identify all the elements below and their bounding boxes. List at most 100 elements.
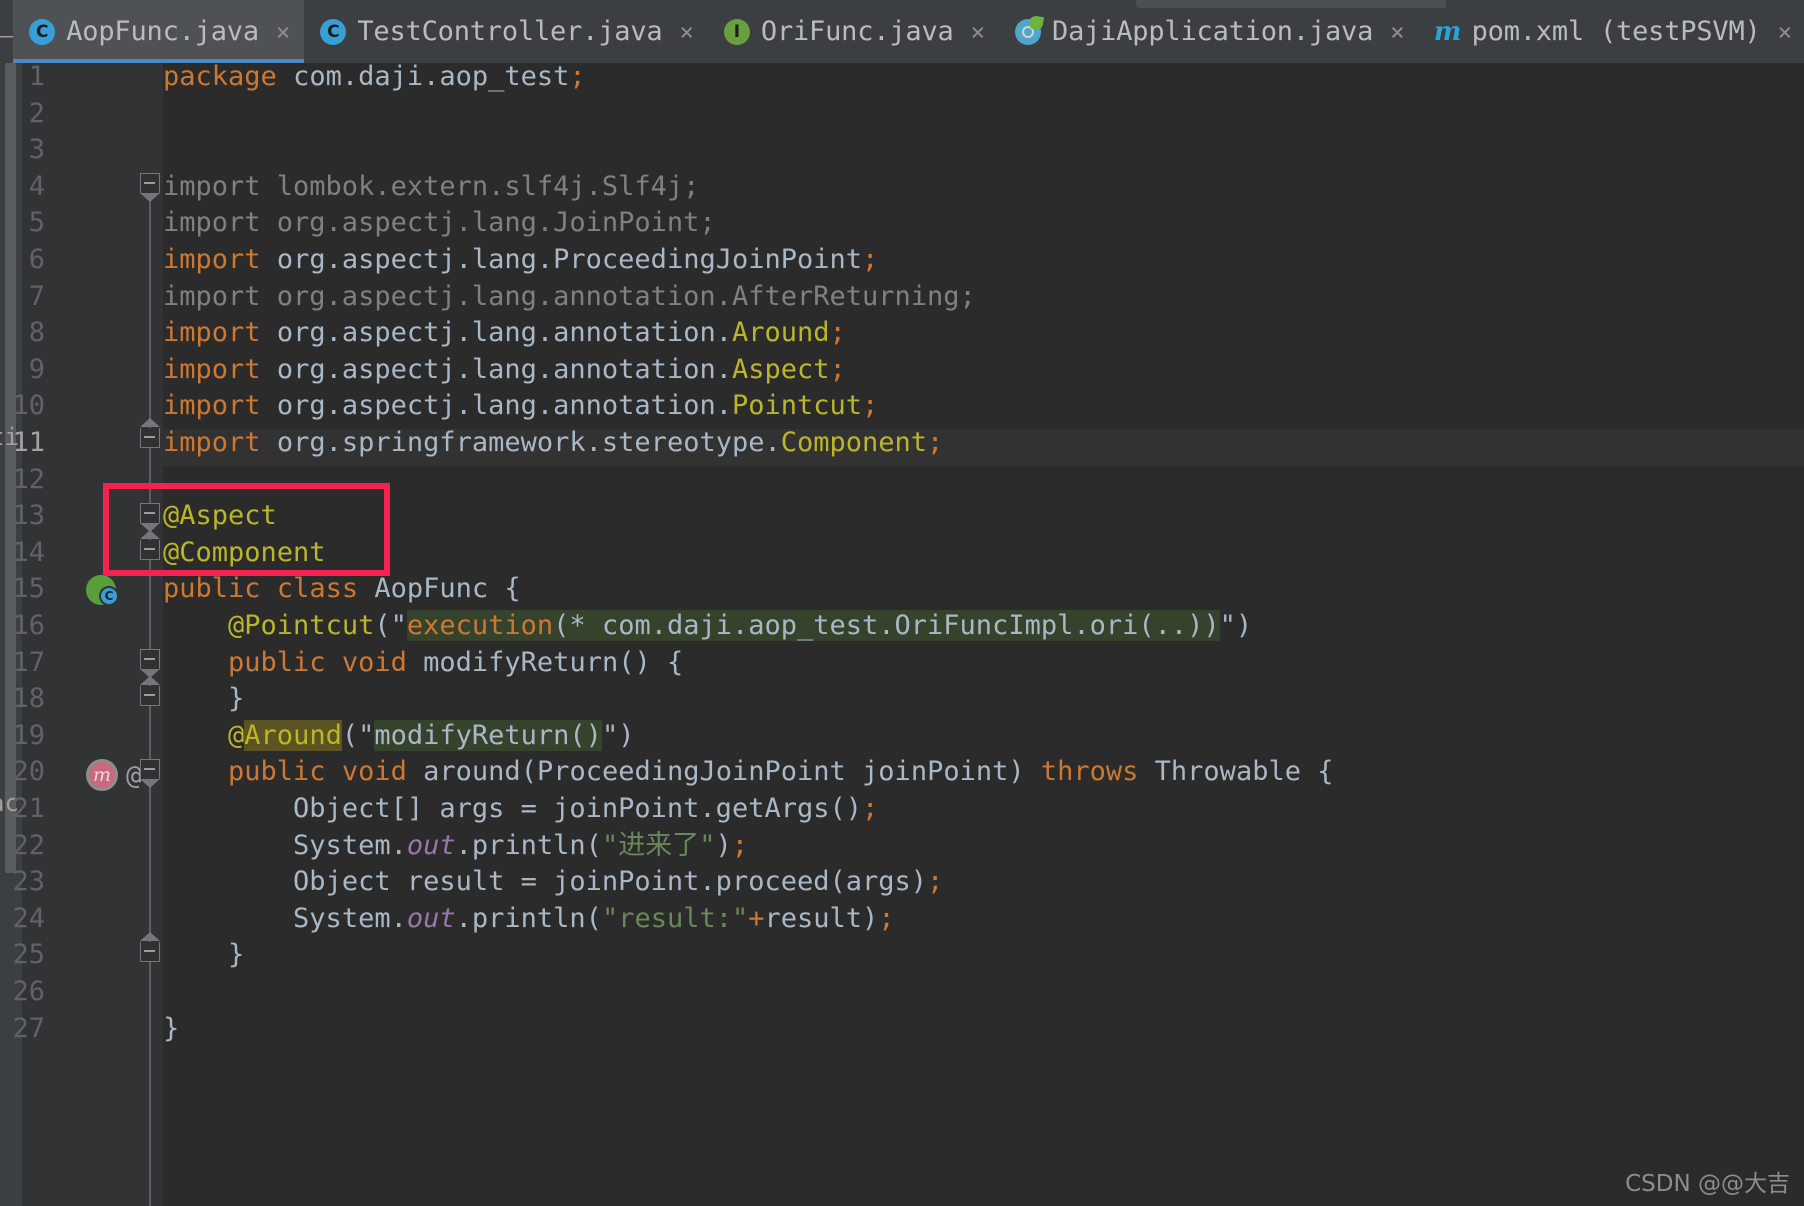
line-number: 4 — [28, 170, 45, 202]
tab-label: OriFunc.java — [760, 16, 954, 47]
fold-toggle-component[interactable] — [139, 530, 160, 560]
editor-gutter[interactable]: 1 2 3 4 5 6 7 8 9 10 11 12 13 14 15 16 1… — [12, 61, 163, 1206]
keyword-throws: throws — [1040, 756, 1139, 788]
tab-aopfunc-java[interactable]: C AopFunc.java × — [13, 0, 305, 63]
line-number: 23 — [12, 866, 45, 898]
code-line-7[interactable]: import org.aspectj.lang.annotation.After… — [163, 279, 976, 316]
code-line-5[interactable]: import org.aspectj.lang.JoinPoint; — [163, 205, 716, 242]
unused-import: import org.aspectj.lang.annotation.After… — [163, 280, 976, 312]
pointcut-execution-keyword: execution — [406, 610, 554, 641]
close-icon[interactable]: × — [1390, 20, 1404, 44]
line-number: 11 — [12, 427, 45, 458]
code-editor[interactable]: ti ac 1 2 3 4 5 6 7 8 9 10 11 12 13 14 1… — [0, 61, 1804, 1206]
keyword-void: void — [341, 646, 407, 678]
semicolon: ; — [829, 317, 846, 349]
line-number: 6 — [28, 244, 45, 275]
code-line-15[interactable]: public class AopFunc { — [163, 571, 521, 608]
close-icon[interactable]: × — [276, 20, 290, 44]
keyword-import: import — [163, 244, 261, 275]
line-number: 10 — [12, 390, 45, 422]
string-open: (" — [374, 610, 407, 641]
package-name: com.daji.aop_test — [293, 61, 570, 92]
semicolon: ; — [927, 866, 944, 898]
tab-dajiapplication-java[interactable]: DajiApplication.java × — [999, 0, 1419, 63]
close-icon[interactable]: × — [1778, 20, 1792, 44]
code-line-17[interactable]: public void modifyReturn() { — [163, 645, 683, 682]
tab-orifunc-java[interactable]: I OriFunc.java × — [708, 0, 999, 63]
line-number: 12 — [12, 463, 45, 495]
semicolon: ; — [927, 427, 944, 458]
semicolon: ; — [862, 390, 879, 422]
java-class-icon: C — [29, 18, 56, 45]
import-path: org.aspectj.lang.annotation. — [276, 317, 732, 349]
tab-testcontroller-java[interactable]: C TestController.java × — [304, 0, 708, 63]
annotation-type-name: Component — [780, 427, 928, 458]
system-ref: System. — [293, 829, 407, 861]
aspect-annotation: @Aspect — [163, 500, 277, 532]
import-path: org.aspectj.lang.annotation. — [276, 390, 732, 422]
fold-toggle-method-around-end[interactable] — [139, 932, 160, 962]
close-icon[interactable]: × — [971, 20, 985, 44]
code-line-23[interactable]: Object result = joinPoint.proceed(args); — [163, 864, 943, 901]
closing-brace: } — [163, 1012, 180, 1044]
code-line-13[interactable]: @Aspect — [163, 498, 277, 535]
line-number: 26 — [12, 976, 45, 1007]
code-line-16[interactable]: @Pointcut("execution(* com.daji.aop_test… — [163, 608, 1252, 645]
code-line-4[interactable]: import lombok.extern.slf4j.Slf4j; — [163, 169, 699, 206]
fold-toggle-method-around[interactable] — [139, 759, 160, 788]
method-name: modifyReturn — [423, 646, 619, 678]
close-icon[interactable]: × — [679, 20, 693, 44]
string-close: ") — [601, 719, 635, 751]
code-line-9[interactable]: import org.aspectj.lang.annotation.Aspec… — [163, 352, 846, 389]
maven-file-icon: m — [1433, 16, 1462, 47]
brace: { — [504, 573, 521, 605]
code-line-21[interactable]: Object[] args = joinPoint.getArgs(); — [163, 791, 878, 828]
tab-label: AopFunc.java — [66, 16, 259, 47]
method-name: around — [423, 756, 521, 788]
code-line-27[interactable]: } — [163, 1011, 179, 1048]
fold-toggle-imports[interactable] — [139, 173, 160, 202]
string-literal: "进来了" — [601, 829, 716, 861]
ide-window: — C AopFunc.java × C TestController.java… — [0, 0, 1804, 1206]
code-line-18[interactable]: } — [163, 681, 244, 718]
import-path: org.aspectj.lang.ProceedingJoinPoint — [276, 244, 863, 275]
code-line-25[interactable]: } — [163, 937, 244, 974]
aop-method-advice-icon[interactable]: m — [86, 759, 120, 793]
line-number: 25 — [12, 939, 45, 971]
keyword-public: public — [163, 573, 261, 605]
semicolon: ; — [829, 353, 846, 385]
annotation-type-name: Pointcut — [731, 390, 863, 422]
code-line-11[interactable]: import org.springframework.stereotype.Co… — [163, 425, 943, 462]
code-line-10[interactable]: import org.aspectj.lang.annotation.Point… — [163, 388, 878, 425]
class-name: AopFunc — [374, 573, 489, 605]
semicolon: ; — [878, 902, 895, 934]
code-line-14[interactable]: @Component — [163, 535, 326, 572]
method-signature-tail: () { — [618, 646, 684, 678]
keyword-import: import — [163, 353, 261, 385]
search-field-stub[interactable] — [1136, 0, 1446, 8]
line-number: 7 — [28, 280, 45, 312]
code-line-24[interactable]: System.out.println("result:"+result); — [163, 901, 895, 938]
unused-import: import lombok.extern.slf4j.Slf4j; — [163, 170, 700, 202]
code-line-1[interactable]: package com.daji.aop_test; — [163, 59, 586, 96]
at-symbol: @ — [228, 719, 245, 751]
spring-bean-class-icon[interactable]: C — [86, 575, 120, 609]
import-path: org.aspectj.lang.annotation. — [276, 353, 732, 385]
fold-toggle-method-modifyreturn-end[interactable] — [139, 676, 160, 706]
line-number: 8 — [28, 317, 45, 349]
code-text-area[interactable]: package com.daji.aop_test; import lombok… — [163, 61, 1804, 1206]
fold-toggle-method-modifyreturn[interactable] — [139, 649, 160, 678]
exception-type: Throwable { — [1138, 756, 1334, 788]
fold-toggle-class[interactable] — [139, 503, 160, 532]
code-line-8[interactable]: import org.aspectj.lang.annotation.Aroun… — [163, 315, 846, 352]
code-line-22[interactable]: System.out.println("进来了"); — [163, 828, 748, 865]
code-line-6[interactable]: import org.aspectj.lang.ProceedingJoinPo… — [163, 242, 878, 279]
code-line-19[interactable]: @Around("modifyReturn()") — [163, 718, 634, 755]
import-path: org.springframework.stereotype. — [276, 427, 781, 458]
tab-label: TestController.java — [357, 16, 663, 47]
line-number: 9 — [28, 353, 45, 385]
line-number: 15 — [12, 573, 45, 605]
fold-toggle-imports-end[interactable] — [139, 418, 160, 448]
code-line-20[interactable]: public void around(ProceedingJoinPoint j… — [163, 754, 1333, 791]
tab-pom-xml[interactable]: m pom.xml (testPSVM) × — [1419, 0, 1804, 63]
